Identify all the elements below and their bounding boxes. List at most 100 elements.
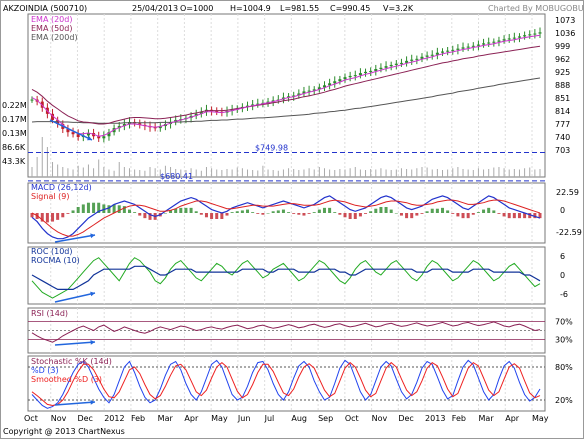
month-label: 2013 xyxy=(425,414,445,423)
volume-bar xyxy=(62,167,64,177)
volume-bar xyxy=(467,169,469,177)
candle-body xyxy=(523,35,527,37)
volume-bar xyxy=(293,169,295,177)
volume-bar xyxy=(298,170,300,177)
macd-bar xyxy=(312,212,316,213)
macd-bar xyxy=(179,207,183,213)
roc-panel xyxy=(27,246,546,305)
macd-bar xyxy=(328,207,332,213)
volume-bar xyxy=(395,169,397,177)
legend-entry: RSI (14d) xyxy=(31,309,68,318)
volume-bar xyxy=(128,168,130,177)
macd-bar xyxy=(297,213,301,215)
macd-bar xyxy=(45,213,49,223)
macd-bar xyxy=(487,207,491,213)
macd-bar xyxy=(261,213,265,215)
macd-bar xyxy=(374,208,378,213)
macd-bar xyxy=(66,213,70,214)
volume-bar xyxy=(365,170,367,177)
month-label: May xyxy=(532,414,549,423)
volume-tick: 86.6K xyxy=(2,143,26,152)
header-low: L=981.55 xyxy=(280,4,319,13)
candle-body xyxy=(471,45,475,47)
macd-bar xyxy=(461,213,465,219)
macd-bar xyxy=(61,213,65,218)
volume-bar xyxy=(154,168,156,177)
macd-bar xyxy=(292,213,296,214)
header-volume: V=3.2K xyxy=(383,4,414,13)
macd-bar xyxy=(127,209,131,213)
candle-body xyxy=(451,49,455,51)
month-label: Sep xyxy=(318,414,333,423)
volume-bar xyxy=(149,167,151,177)
roc-legend: ROC (10d)ROCMA (10) xyxy=(31,247,80,265)
month-label: Jun xyxy=(237,414,251,423)
macd-tick: 0 xyxy=(560,206,565,215)
macd-bar xyxy=(512,213,516,219)
volume-bar xyxy=(508,169,510,177)
macd-bar xyxy=(476,212,480,213)
macd-bar xyxy=(92,202,96,213)
macd-bar xyxy=(204,213,208,218)
volume-bar xyxy=(477,168,479,177)
candle-body xyxy=(528,34,532,36)
month-label: Nov xyxy=(51,414,67,423)
macd-bar xyxy=(86,202,90,213)
macd-tick: 22.59 xyxy=(556,188,579,197)
macd-bar xyxy=(230,212,234,213)
volume-bar xyxy=(416,168,418,177)
stochastic-tick: 20% xyxy=(555,396,573,405)
macd-bar xyxy=(369,211,373,213)
volume-bar xyxy=(431,169,433,177)
volume-bar xyxy=(534,169,536,177)
month-label: Mar xyxy=(158,414,174,423)
volume-bar xyxy=(236,167,238,177)
volume-tick: 0.17M xyxy=(2,115,27,124)
stochastic-tick: 80% xyxy=(555,363,573,372)
volume-bar xyxy=(503,168,505,177)
header-date: 25/04/2013 xyxy=(132,4,178,13)
macd-bar xyxy=(251,212,255,213)
macd-bar xyxy=(235,211,239,213)
candle-body xyxy=(430,54,434,56)
volume-bar xyxy=(247,169,249,177)
price-tick: 1036 xyxy=(555,29,575,38)
macd-bar xyxy=(456,213,460,217)
volume-bar xyxy=(380,168,382,177)
macd-bar xyxy=(256,213,260,214)
macd-bar xyxy=(507,213,511,219)
month-label: Mar xyxy=(479,414,495,423)
volume-bar xyxy=(241,168,243,177)
roc-tick: 6 xyxy=(560,252,565,261)
macd-bar xyxy=(276,210,280,213)
volume-bar xyxy=(200,170,202,177)
macd-bar xyxy=(51,213,55,222)
candle-body xyxy=(71,132,75,135)
macd-bar xyxy=(287,212,291,213)
price-tick: 703 xyxy=(555,146,570,155)
volume-bar xyxy=(390,170,392,177)
macd-bar xyxy=(271,211,275,213)
macd-bar xyxy=(343,213,347,218)
volume-bar xyxy=(113,170,115,177)
month-label: Oct xyxy=(345,414,359,423)
macd-bar xyxy=(143,213,147,219)
volume-bar xyxy=(41,137,43,177)
volume-bar xyxy=(31,167,33,177)
charted-by: Charted By MOBUGOBU xyxy=(488,4,584,13)
volume-bar xyxy=(313,169,315,177)
volume-bar xyxy=(442,170,444,177)
candle-body xyxy=(425,55,429,57)
volume-bar xyxy=(359,169,361,177)
macd-bar xyxy=(384,207,388,213)
legend-entry: ROC (10d) xyxy=(31,247,72,256)
candle-body xyxy=(415,58,419,60)
macd-bar xyxy=(246,209,250,213)
volume-bar xyxy=(205,167,207,177)
volume-bar xyxy=(498,167,500,177)
volume-bar xyxy=(539,169,541,177)
macd-bar xyxy=(430,208,434,213)
macd-bar xyxy=(322,207,326,213)
month-label: Apr xyxy=(505,414,520,423)
volume-bar xyxy=(288,168,290,177)
